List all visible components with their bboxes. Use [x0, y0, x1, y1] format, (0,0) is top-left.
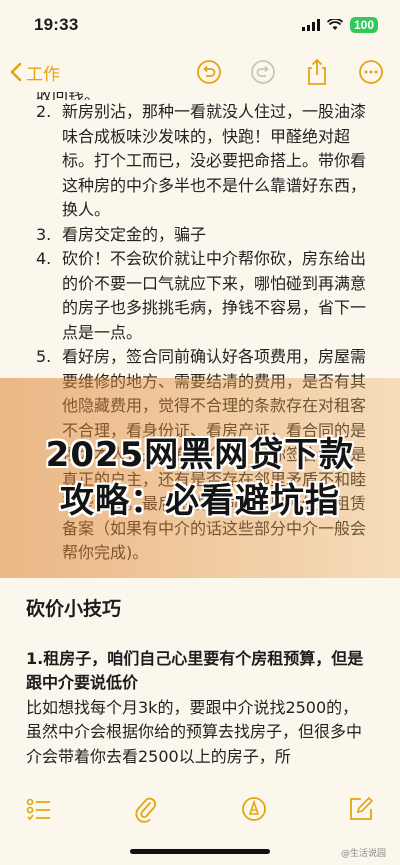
chevron-left-icon: [10, 62, 22, 82]
checklist-button[interactable]: [24, 794, 54, 824]
share-button[interactable]: [302, 57, 332, 87]
markup-button[interactable]: [239, 794, 269, 824]
sub-heading: 1.租房子，咱们自己心里要有个房租预算，但是跟中介要说低价: [26, 648, 364, 693]
list-item: 3. 看房交定金的，骗子: [36, 223, 370, 248]
compose-icon: [350, 796, 374, 820]
note-fragment: 收回钱。: [36, 92, 370, 100]
list-number: 4.: [36, 249, 52, 268]
notes-toolbar: 工作: [0, 52, 400, 92]
share-icon: [308, 58, 326, 85]
wifi-icon: [326, 19, 343, 30]
list-text: 看好房，签合同前确认好各项费用，房屋需要维修的地方、需要结清的费用，是否有其他隐…: [62, 347, 367, 562]
status-time: 19:33: [34, 15, 79, 34]
undo-icon: [197, 60, 221, 84]
more-icon: [359, 60, 383, 84]
list-item: 5. 看好房，签合同前确认好各项费用，房屋需要维修的地方、需要结清的费用，是否有…: [36, 345, 370, 566]
back-button[interactable]: 工作: [10, 60, 60, 85]
list-text: 新房别沾，那种一看就没人住过，一股油漆味合成板味沙发味的，快跑！甲醛绝对超标。打…: [62, 102, 367, 219]
list-number: 3.: [36, 224, 52, 244]
paragraph: 比如想找每个月3k的，要跟中介说找2500的，虽然中介会根据你给的预算去找房子，…: [26, 697, 363, 766]
markup-icon: [241, 797, 266, 821]
list-item: 4. 砍价！不会砍价就让中介帮你砍，房东给出的价不要一口气就应下来，哪怕碰到再满…: [36, 247, 370, 345]
battery-icon: 100: [349, 17, 378, 33]
list-number: 2.: [36, 102, 52, 121]
bottom-toolbar: [0, 790, 400, 828]
attach-button[interactable]: [131, 794, 161, 824]
home-indicator: [130, 849, 270, 854]
undo-button[interactable]: [194, 57, 224, 87]
back-label: 工作: [26, 64, 60, 84]
compose-button[interactable]: [346, 794, 376, 824]
list-text: 砍价！不会砍价就让中介帮你砍，房东给出的价不要一口气就应下来，哪怕碰到再满意的房…: [62, 249, 367, 342]
checklist-icon: [26, 798, 50, 821]
section-title: 砍价小技巧: [26, 597, 122, 620]
watermark-credit: @生活说园: [340, 849, 386, 859]
status-bar: 19:33 100: [0, 0, 400, 50]
paperclip-icon: [135, 797, 157, 823]
status-icons: 100: [301, 17, 378, 33]
signal-icon: [301, 19, 320, 31]
more-button[interactable]: [356, 57, 386, 87]
list-text: 看房交定金的，骗子: [62, 224, 207, 244]
redo-icon: [251, 60, 275, 84]
note-body[interactable]: 收回钱。 2. 新房别沾，那种一看就没人住过，一股油漆味合成板味沙发味的，快跑！…: [0, 92, 400, 792]
list-item: 2. 新房别沾，那种一看就没人住过，一股油漆味合成板味沙发味的，快跑！甲醛绝对超…: [36, 100, 370, 223]
redo-button[interactable]: [248, 57, 278, 87]
list-number: 5.: [36, 347, 52, 366]
